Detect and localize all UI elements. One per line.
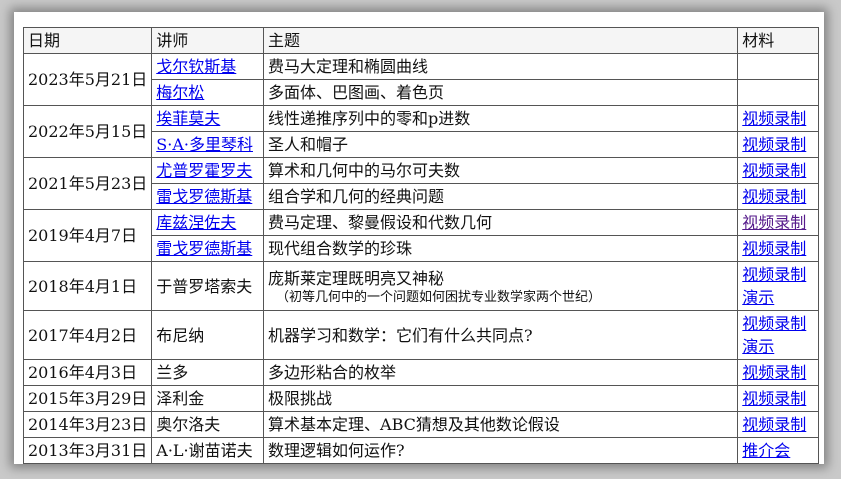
material-cell: 视频录制 [737,411,819,438]
material-cell: 视频录制 [737,385,819,412]
page-frame: 日期 讲师 主题 材料 2023年5月21日 戈尔钦斯基 费马大定理和椭圆曲线 … [14,12,824,464]
topic-cell: 圣人和帽子 [263,131,739,158]
video-link[interactable]: 视频录制 [742,363,806,382]
material-cell: 视频录制 [737,105,819,132]
date-cell: 2021年5月23日 [22,157,153,210]
topic-subtitle: （初等几何中的一个问题如何困扰专业数学家两个世纪） [276,289,602,305]
topic-title: 庞斯莱定理既明亮又神秘 [268,268,445,288]
topic-cell: 现代组合数学的珍珠 [263,235,739,262]
lecturer-link[interactable]: 埃菲莫夫 [156,109,220,128]
lecturer-link[interactable]: 库兹涅佐夫 [156,213,236,232]
material-cell: 视频录制 演示 [737,261,819,311]
table-header-row: 日期 讲师 主题 材料 [22,27,819,54]
lecturer-link[interactable]: 雷戈罗德斯基 [156,187,252,206]
table-row: 2015年3月29日 泽利金 极限挑战 视频录制 [22,385,819,412]
topic-cell: 费马大定理和椭圆曲线 [263,53,739,80]
date-cell: 2019年4月7日 [22,209,153,262]
lecturer-cell: A·L·谢苗诺夫 [151,437,265,464]
lecturer-cell: 戈尔钦斯基 [151,53,265,80]
topic-cell: 庞斯莱定理既明亮又神秘 （初等几何中的一个问题如何困扰专业数学家两个世纪） [263,261,739,311]
video-link[interactable]: 视频录制 [742,239,806,258]
video-link[interactable]: 视频录制 [742,213,806,232]
lecturer-cell: 尤普罗霍罗夫 [151,157,265,184]
lecturer-link[interactable]: S·A·多里琴科 [156,135,253,154]
lecturer-cell: 泽利金 [151,385,265,412]
table-row: 2017年4月2日 布尼纳 机器学习和数学：它们有什么共同点? 视频录制 演示 [22,310,819,360]
date-cell: 2022年5月15日 [22,105,153,158]
topic-cell: 费马定理、黎曼假设和代数几何 [263,209,739,236]
video-link[interactable]: 视频录制 [742,135,806,154]
lecturer-cell: 雷戈罗德斯基 [151,235,265,262]
topic-cell: 多面体、巴图画、着色页 [263,79,739,106]
material-cell: 视频录制 演示 [737,310,819,360]
material-cell: 视频录制 [737,157,819,184]
video-link[interactable]: 视频录制 [742,109,806,128]
video-link[interactable]: 视频录制 [742,161,806,180]
lecturer-cell: S·A·多里琴科 [151,131,265,158]
table-row: 2021年5月23日 尤普罗霍罗夫 算术和几何中的马尔可夫数 视频录制 [22,157,819,210]
material-cell: 视频录制 [737,183,819,210]
video-link[interactable]: 视频录制 [742,389,806,408]
lecturer-cell: 梅尔松 [151,79,265,106]
lecturer-cell: 布尼纳 [151,310,265,360]
lecturer-link[interactable]: 梅尔松 [156,83,204,102]
lecturer-cell: 于普罗塔索夫 [151,261,265,311]
header-date: 日期 [22,27,153,54]
topic-cell: 极限挑战 [263,385,739,412]
presentation-link[interactable]: 演示 [742,288,774,307]
material-cell: 视频录制 [737,359,819,386]
material-cell: 视频录制 [737,209,819,236]
topic-cell: 多边形粘合的枚举 [263,359,739,386]
video-link[interactable]: 视频录制 [742,187,806,206]
date-cell: 2016年4月3日 [22,359,153,386]
lecturer-link[interactable]: 雷戈罗德斯基 [156,239,252,258]
material-cell: 推介会 [737,437,819,464]
topic-cell: 机器学习和数学：它们有什么共同点? [263,310,739,360]
presentation-link[interactable]: 推介会 [742,441,790,460]
header-lecturer: 讲师 [151,27,265,54]
header-topic: 主题 [263,27,739,54]
lecturer-cell: 雷戈罗德斯基 [151,183,265,210]
header-material: 材料 [737,27,819,54]
table-row: 2016年4月3日 兰多 多边形粘合的枚举 视频录制 [22,359,819,386]
lectures-table: 日期 讲师 主题 材料 2023年5月21日 戈尔钦斯基 费马大定理和椭圆曲线 … [22,27,819,464]
presentation-link[interactable]: 演示 [742,337,774,356]
table-row: 2019年4月7日 库兹涅佐夫 费马定理、黎曼假设和代数几何 视频录制 [22,209,819,262]
date-cell: 2013年3月31日 [22,437,153,464]
topic-cell: 算术基本定理、ABC猜想及其他数论假设 [263,411,739,438]
date-cell: 2014年3月23日 [22,411,153,438]
date-cell: 2017年4月2日 [22,310,153,360]
topic-cell: 算术和几何中的马尔可夫数 [263,157,739,184]
topic-cell: 线性递推序列中的零和p进数 [263,105,739,132]
material-cell: 视频录制 [737,235,819,262]
topic-cell: 组合学和几何的经典问题 [263,183,739,210]
lecturer-cell: 兰多 [151,359,265,386]
material-cell [737,79,819,106]
date-cell: 2015年3月29日 [22,385,153,412]
table-row: 2023年5月21日 戈尔钦斯基 费马大定理和椭圆曲线 [22,53,819,106]
lecturer-link[interactable]: 尤普罗霍罗夫 [156,161,252,180]
lecturer-cell: 埃菲莫夫 [151,105,265,132]
lecturer-link[interactable]: 戈尔钦斯基 [156,57,236,76]
topic-cell: 数理逻辑如何运作? [263,437,739,464]
material-cell: 视频录制 [737,131,819,158]
video-link[interactable]: 视频录制 [742,314,806,333]
table-row: 2013年3月31日 A·L·谢苗诺夫 数理逻辑如何运作? 推介会 [22,437,819,464]
video-link[interactable]: 视频录制 [742,265,806,284]
table-row: 2022年5月15日 埃菲莫夫 线性递推序列中的零和p进数 视频录制 [22,105,819,158]
material-cell [737,53,819,80]
lecturer-cell: 库兹涅佐夫 [151,209,265,236]
table-row: 2014年3月23日 奥尔洛夫 算术基本定理、ABC猜想及其他数论假设 视频录制 [22,411,819,438]
lecturer-cell: 奥尔洛夫 [151,411,265,438]
date-cell: 2023年5月21日 [22,53,153,106]
table-row: 2018年4月1日 于普罗塔索夫 庞斯莱定理既明亮又神秘 （初等几何中的一个问题… [22,261,819,311]
date-cell: 2018年4月1日 [22,261,153,311]
video-link[interactable]: 视频录制 [742,415,806,434]
